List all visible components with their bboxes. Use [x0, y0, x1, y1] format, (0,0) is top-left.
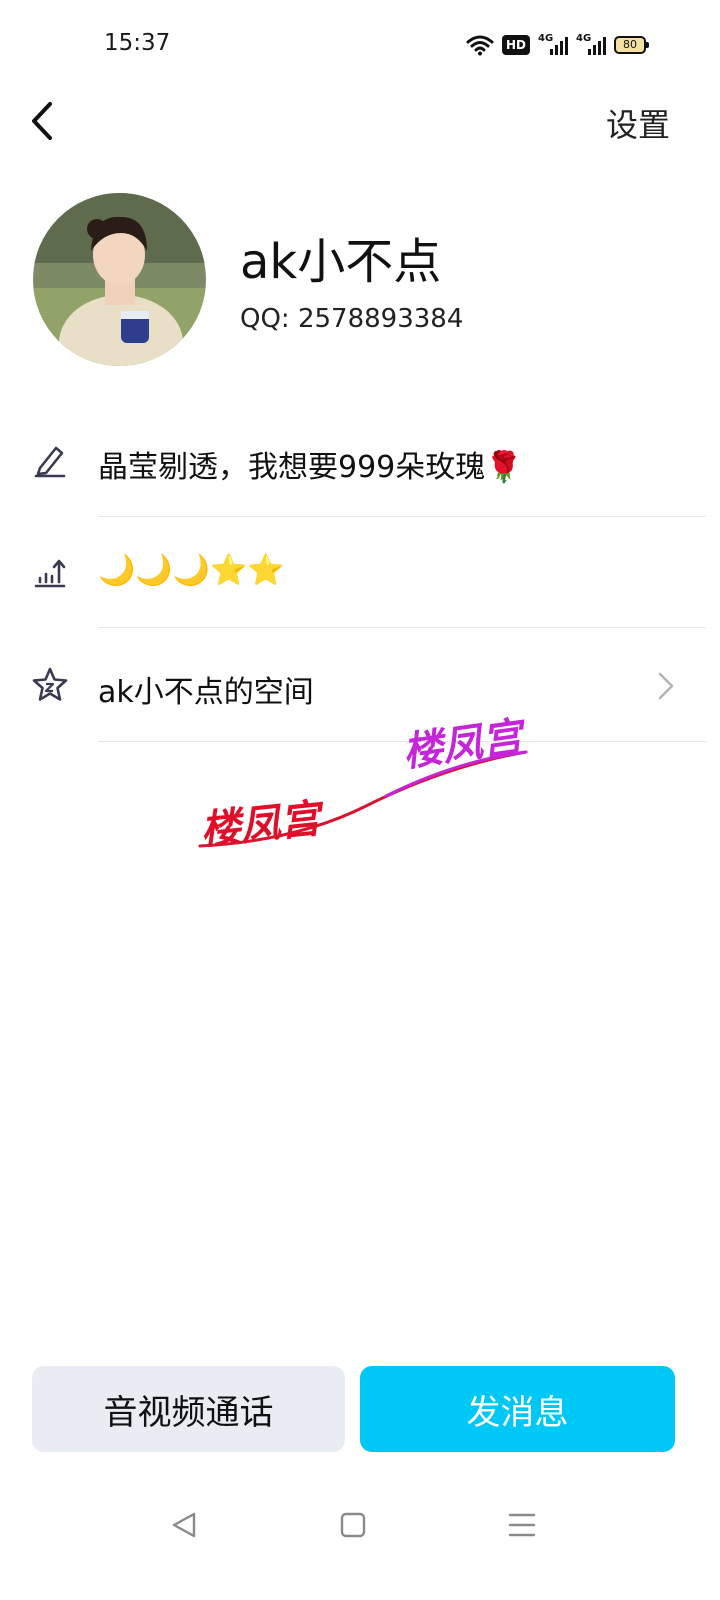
signal-icon-2: 4G: [576, 33, 607, 57]
level-badges: 🌙🌙🌙⭐⭐: [98, 553, 285, 588]
back-button[interactable]: [20, 96, 68, 146]
nickname: ak小不点: [240, 234, 442, 290]
avatar-photo: [33, 193, 206, 366]
watermark-swoosh: [198, 750, 528, 848]
pencil-icon: [30, 440, 70, 480]
send-message-button[interactable]: 发消息: [360, 1366, 675, 1452]
status-icons: HD 4G 4G 80: [466, 31, 650, 59]
triangle-back-icon[interactable]: [166, 1508, 202, 1542]
qzone-link[interactable]: ak小不点的空间: [98, 667, 314, 711]
qq-number: QQ: 2578893384: [240, 304, 464, 334]
divider: [98, 516, 706, 517]
hd-badge: HD: [502, 35, 531, 55]
settings-button[interactable]: 设置: [606, 100, 670, 146]
level-chart-icon: [30, 554, 70, 594]
battery-icon: 80: [614, 36, 650, 54]
chevron-right-icon[interactable]: [652, 670, 680, 702]
divider: [98, 627, 706, 628]
status-time: 15:37: [104, 30, 171, 56]
menu-lines-icon[interactable]: [504, 1508, 540, 1542]
star-icon: [30, 665, 70, 705]
wifi-icon: [466, 35, 494, 56]
video-call-button[interactable]: 音视频通话: [32, 1366, 345, 1452]
signature-text: 晶莹剔透，我想要999朵玫瑰🌹: [98, 450, 523, 485]
chevron-left-icon: [32, 102, 52, 140]
square-home-icon[interactable]: [334, 1508, 370, 1542]
signal-icon-1: 4G: [538, 33, 569, 57]
avatar[interactable]: [33, 193, 206, 366]
